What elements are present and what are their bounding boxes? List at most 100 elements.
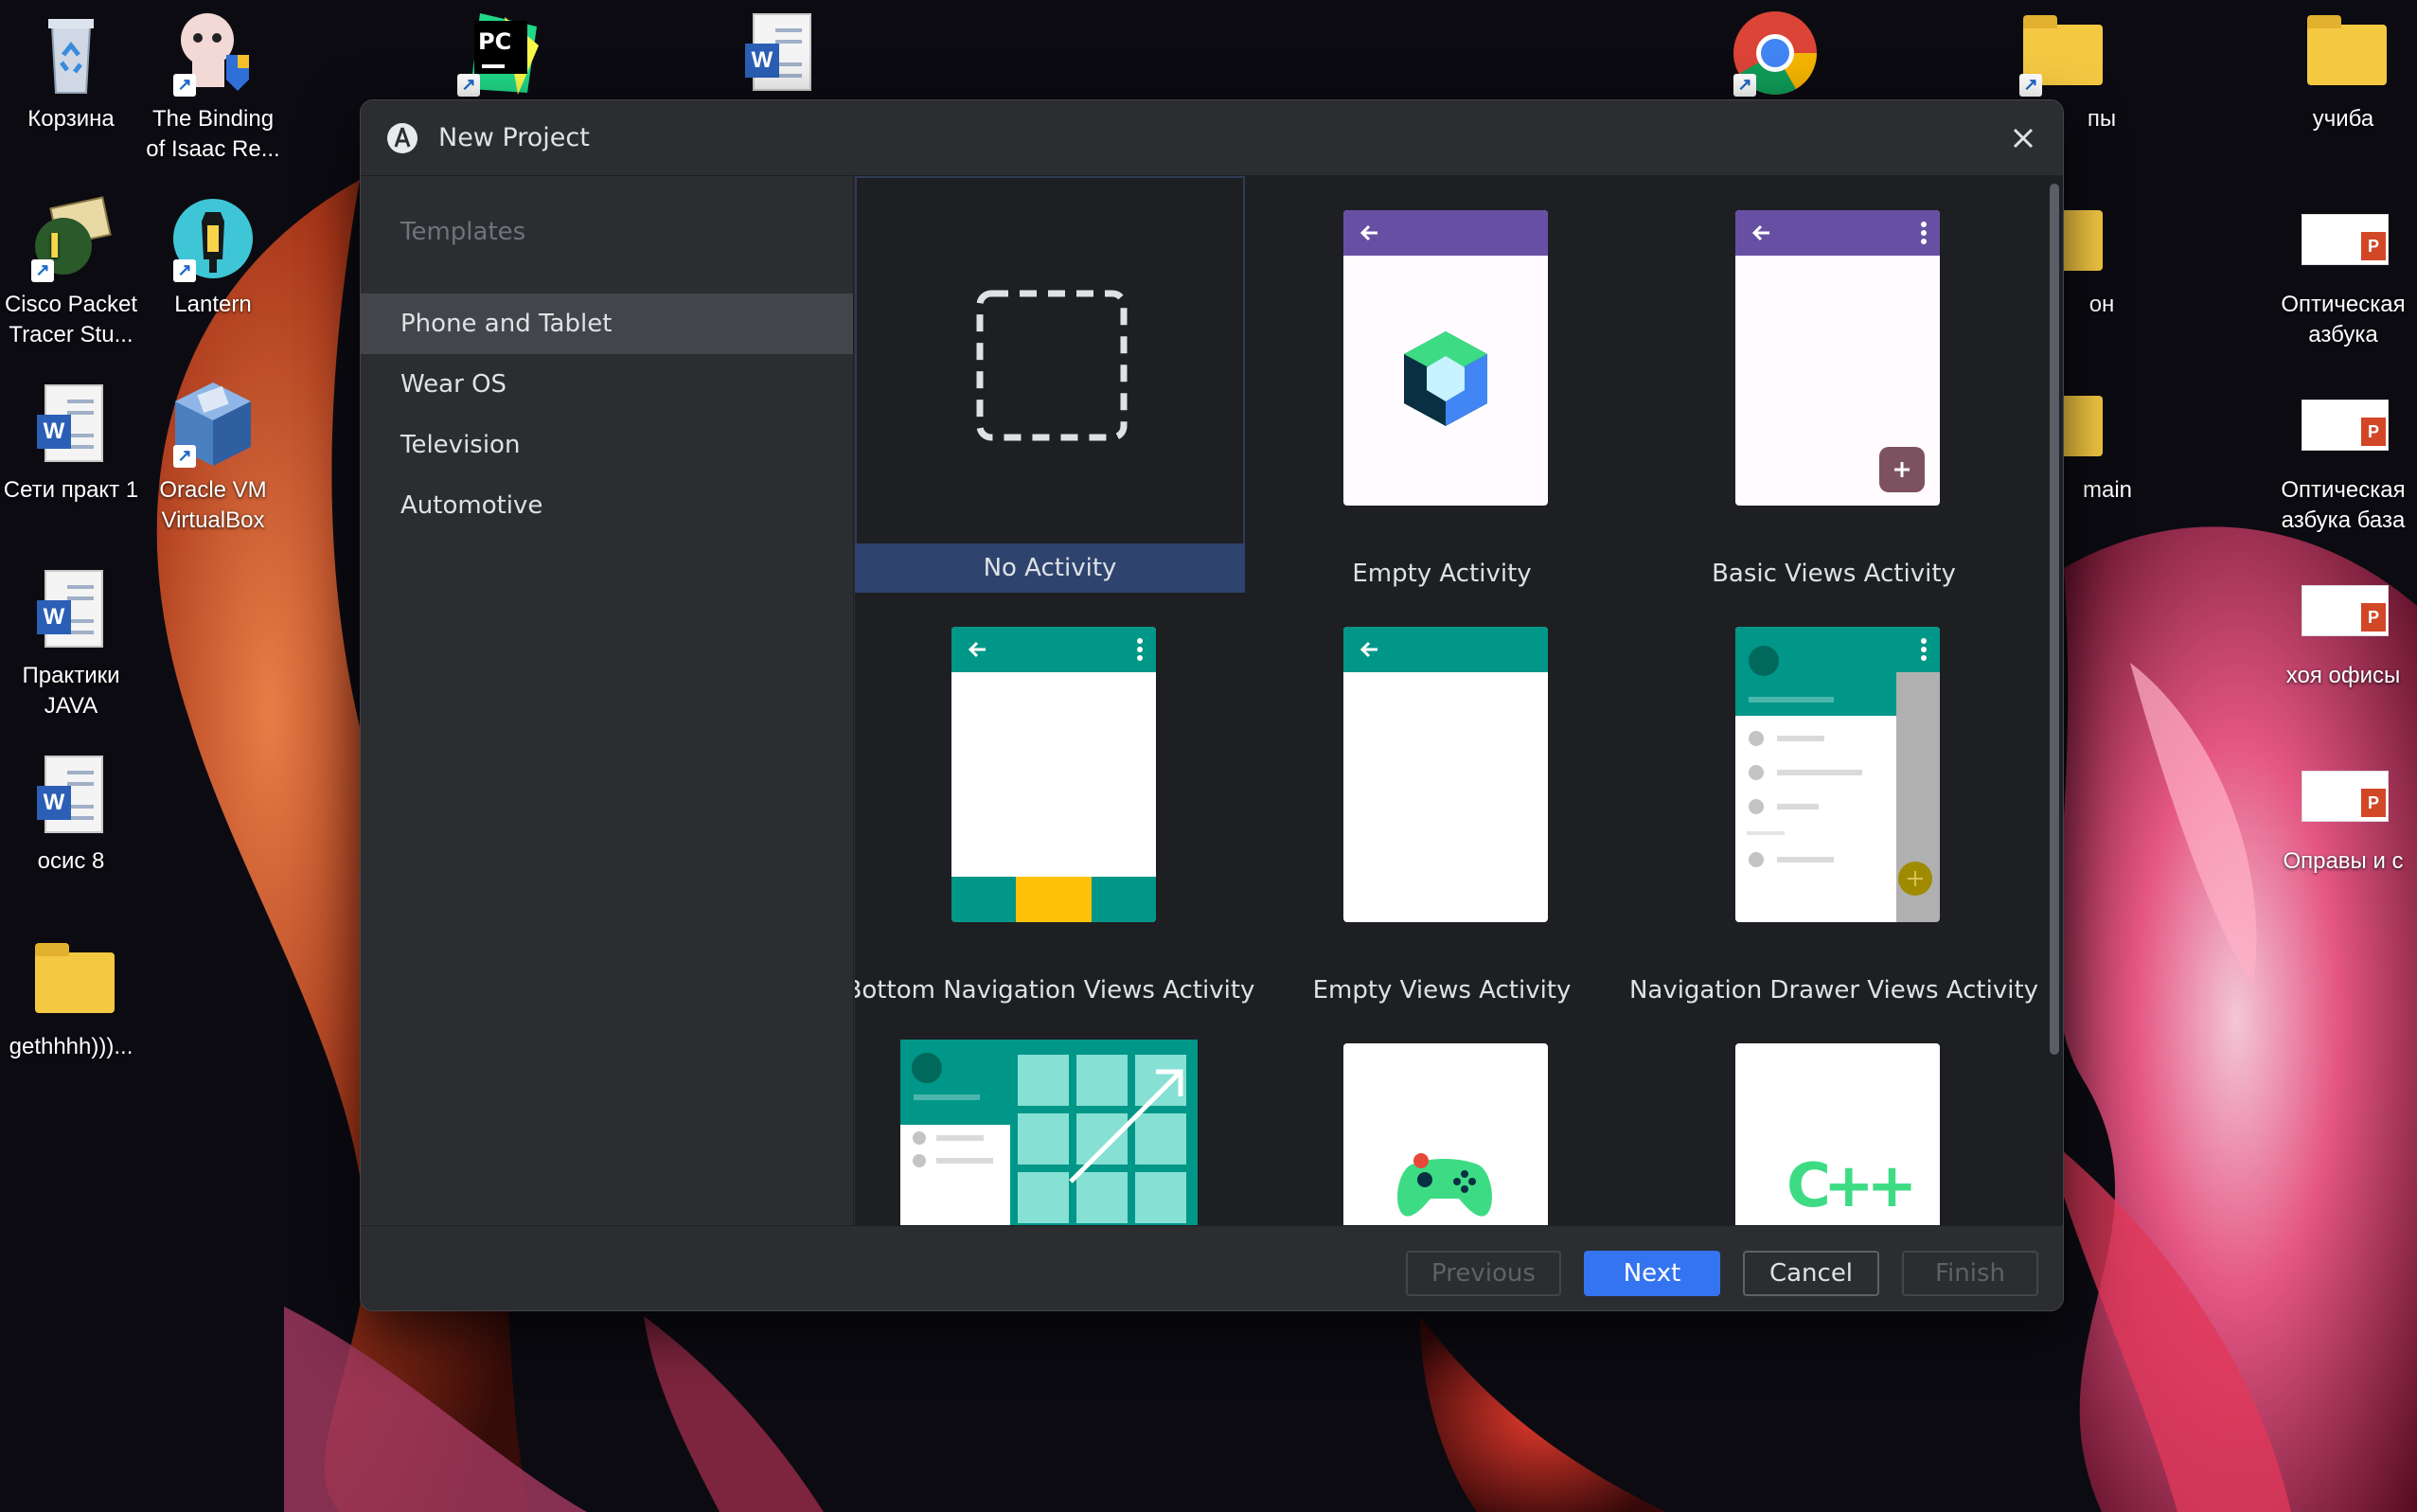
sidebar-item-label: Phone and Tablet <box>400 310 613 338</box>
dialog-title: New Project <box>438 123 590 152</box>
shortcut-arrow-icon: ↗ <box>1733 74 1756 97</box>
template-bottom-navigation-views-activity[interactable]: Bottom Navigation Views Activity <box>855 593 1254 1009</box>
sidebar-item-television[interactable]: Television <box>361 415 853 475</box>
sidebar-item-automotive[interactable]: Automotive <box>361 475 853 536</box>
desktop-icon-seti-prakt[interactable]: W Сети практ 1 <box>0 379 142 506</box>
desktop-icon-gethhhh[interactable]: gethhhh)))... <box>0 935 142 1062</box>
sidebar-item-wear-os[interactable]: Wear OS <box>361 354 853 415</box>
template-thumbnail <box>1247 593 1637 962</box>
shortcut-arrow-icon: ↗ <box>173 445 196 468</box>
close-icon[interactable] <box>2004 119 2042 157</box>
template-thumbnail <box>855 1009 1245 1225</box>
finish-button[interactable]: Finish <box>1902 1251 2038 1296</box>
desktop-icon-word-doc-top[interactable]: W <box>708 8 850 104</box>
drawer-menu-items <box>1747 731 1862 867</box>
bottom-navigation-bar <box>951 877 1156 922</box>
templates-header: Templates <box>400 218 526 246</box>
sidebar-item-phone-and-tablet[interactable]: Phone and Tablet <box>361 294 853 354</box>
desktop-icon-label: gethhhh)))... <box>9 1034 133 1059</box>
desktop-icon-cisco[interactable]: I ↗ Cisco Packet Tracer Stu... <box>0 193 142 350</box>
desktop-icon-chrome[interactable]: ↗ <box>1702 8 1844 104</box>
fab-plus-icon <box>1879 447 1925 492</box>
overflow-menu-icon <box>1921 638 1927 661</box>
desktop-icon-label: Оправы и с <box>2283 848 2404 874</box>
previous-button[interactable]: Previous <box>1406 1251 1561 1296</box>
desktop-icon-label: Oracle VM VirtualBox <box>159 477 267 533</box>
folder-icon: ↗ <box>2014 8 2105 98</box>
template-label: Bottom Navigation Views Activity <box>855 976 1255 1005</box>
template-label: Empty Activity <box>1352 560 1532 588</box>
cancel-button[interactable]: Cancel <box>1743 1251 1879 1296</box>
template-empty-views-activity[interactable]: Empty Views Activity <box>1247 593 1637 1009</box>
desktop-icon-label: Оптическая азбука база <box>2281 477 2406 533</box>
template-label: Empty Views Activity <box>1312 976 1572 1005</box>
template-thumbnail <box>855 176 1245 545</box>
template-thumbnail <box>1639 176 2029 545</box>
sidebar-item-label: Television <box>400 431 521 459</box>
word-document-icon: W <box>734 8 825 98</box>
template-no-activity[interactable]: No Activity <box>855 176 1245 593</box>
desktop-icon-label: Оптическая азбука <box>2281 292 2406 347</box>
phone-mockup: C++ <box>1735 1043 1940 1225</box>
desktop-icon-label: Cisco Packet Tracer Stu... <box>4 292 138 347</box>
desktop-icon-virtualbox[interactable]: ↗ Oracle VM VirtualBox <box>142 379 284 536</box>
template-responsive-views-activity[interactable] <box>855 1009 1245 1225</box>
phone-mockup <box>951 627 1156 922</box>
template-thumbnail <box>1247 1009 1637 1225</box>
desktop-icon-label: The Binding of Isaac Re... <box>146 106 280 162</box>
template-game-activity[interactable] <box>1247 1009 1637 1225</box>
shortcut-arrow-icon: ↗ <box>31 259 54 282</box>
desktop-icon-hoya-ofisy[interactable]: P хоя офисы <box>2272 564 2414 691</box>
powerpoint-document-icon: P <box>2298 193 2389 284</box>
back-arrow-icon <box>1360 224 1377 241</box>
template-native-cpp[interactable]: C++ <box>1639 1009 2029 1225</box>
desktop-icon-isaac[interactable]: ↗ The Binding of Isaac Re... <box>142 8 284 165</box>
dashed-square-icon <box>976 290 1128 441</box>
desktop-icon-recycle-bin[interactable]: Корзина <box>0 8 142 134</box>
shortcut-arrow-icon: ↗ <box>173 74 196 97</box>
word-document-icon: W <box>26 379 116 470</box>
desktop-icon-uchiba[interactable]: учиба <box>2272 8 2414 134</box>
desktop-icon-opravy[interactable]: P Оправы и с <box>2272 750 2414 877</box>
desktop-icon-pycharm[interactable]: PC ↗ <box>426 8 568 104</box>
pycharm-icon: PC ↗ <box>452 8 542 98</box>
recycle-bin-icon <box>26 8 116 98</box>
overflow-menu-icon <box>1137 638 1143 661</box>
phone-mockup <box>1343 210 1548 506</box>
desktop-icon-label: хоя офисы <box>2285 663 2401 688</box>
desktop-icon-label: учиба <box>2312 106 2374 132</box>
template-empty-activity[interactable]: Empty Activity <box>1247 176 1637 593</box>
template-thumbnail: C++ <box>1639 1009 2029 1225</box>
template-navigation-drawer-views-activity[interactable]: Navigation Drawer Views Activity <box>1629 593 2038 1009</box>
lantern-icon: ↗ <box>168 193 258 284</box>
android-studio-icon <box>385 121 419 155</box>
virtualbox-icon: ↗ <box>168 379 258 470</box>
word-document-icon: W <box>26 750 116 841</box>
template-thumbnail <box>855 593 1245 962</box>
phone-mockup <box>1735 627 1940 922</box>
jetpack-compose-icon <box>1404 331 1487 426</box>
desktop-icon-label: осис 8 <box>37 848 105 874</box>
sidebar-item-label: Wear OS <box>400 370 507 399</box>
desktop-icon-praktiki-java[interactable]: W Практики JAVA <box>0 564 142 721</box>
template-thumbnail <box>1639 593 2029 962</box>
cisco-packet-tracer-icon: I ↗ <box>26 193 116 284</box>
desktop-icon-opt-azbuka-baza[interactable]: P Оптическая азбука база <box>2272 379 2414 536</box>
dialog-footer: Previous Next Cancel Finish <box>361 1225 2063 1310</box>
dialog-titlebar[interactable]: New Project <box>361 100 2063 176</box>
powerpoint-document-icon: P <box>2298 564 2389 655</box>
desktop-icon-label: Корзина <box>27 106 115 132</box>
desktop-icon-opt-azbuka[interactable]: P Оптическая азбука <box>2272 193 2414 350</box>
overflow-menu-icon <box>1921 222 1927 244</box>
responsive-layout-thumbnail <box>900 1040 1198 1225</box>
back-arrow-icon <box>968 641 986 658</box>
template-grid[interactable]: No Activity Empty Activity Basic Views A… <box>855 176 2063 1225</box>
next-button[interactable]: Next <box>1584 1251 1720 1296</box>
desktop-icon-osis8[interactable]: W осис 8 <box>0 750 142 877</box>
vertical-scrollbar[interactable] <box>2050 184 2059 1055</box>
desktop-icon-lantern[interactable]: ↗ Lantern <box>142 193 284 320</box>
template-basic-views-activity[interactable]: Basic Views Activity <box>1639 176 2029 593</box>
pycharm-logo-text: PC <box>478 28 511 55</box>
folder-icon <box>2298 8 2389 98</box>
fab-plus-icon <box>1898 862 1932 896</box>
